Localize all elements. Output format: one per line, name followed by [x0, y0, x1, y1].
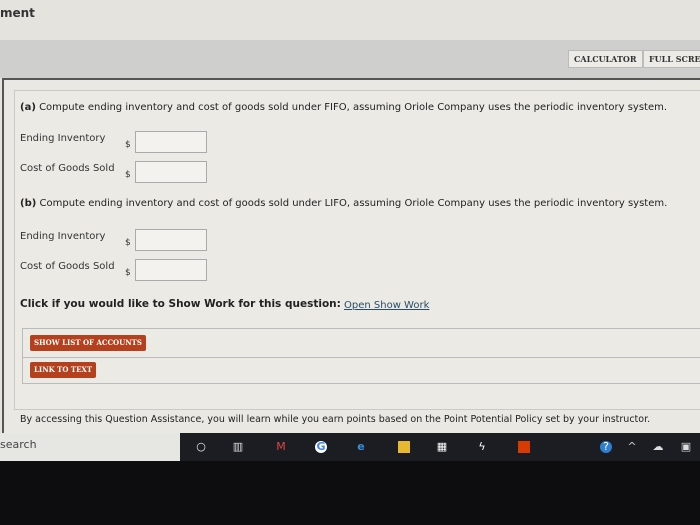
store-icon[interactable]: ▦ — [436, 441, 448, 453]
task-view-icon[interactable]: ▥ — [232, 441, 244, 453]
currency-symbol: $ — [125, 170, 131, 180]
link-to-text-button[interactable]: LINK TO TEXT — [30, 362, 97, 378]
cortana-icon[interactable]: ○ — [195, 441, 207, 453]
full-screen-button[interactable]: FULL SCREEN — [643, 50, 700, 68]
taskbar-search[interactable]: search — [0, 433, 180, 461]
part-b-ending-inventory-label: Ending Inventory — [20, 231, 106, 242]
notification-icon[interactable]: ▣ — [680, 441, 692, 453]
part-a-question: (a) Compute ending inventory and cost of… — [20, 102, 668, 113]
app-icon[interactable]: ϟ — [476, 441, 488, 453]
currency-symbol: $ — [125, 268, 131, 278]
part-b-ending-inventory-input[interactable] — [135, 229, 207, 251]
show-list-of-accounts-button[interactable]: SHOW LIST OF ACCOUNTS — [30, 335, 146, 351]
chrome-icon[interactable]: G — [315, 441, 327, 453]
gmail-icon[interactable]: M — [275, 441, 287, 453]
part-b-cogs-label: Cost of Goods Sold — [20, 261, 115, 272]
chevron-up-icon[interactable]: ^ — [626, 441, 638, 453]
part-a-cogs-input[interactable] — [135, 161, 207, 183]
currency-symbol: $ — [125, 140, 131, 150]
open-show-work-link[interactable]: Open Show Work — [344, 300, 429, 311]
part-b-cogs-input[interactable] — [135, 259, 207, 281]
divider — [22, 357, 700, 358]
show-work-prompt: Click if you would like to Show Work for… — [20, 298, 341, 310]
assistance-footer: By accessing this Question Assistance, y… — [20, 414, 651, 425]
file-explorer-icon[interactable] — [398, 441, 410, 453]
taskbar: ○ ▥ M G e ▦ ϟ ? ^ ☁ ▣ — [180, 433, 700, 461]
browser-page: ment CALCULATOR FULL SCREEN (a) Compute … — [0, 0, 700, 460]
office-icon[interactable] — [518, 441, 530, 453]
part-a-ending-inventory-input[interactable] — [135, 131, 207, 153]
window-title: ment — [0, 6, 35, 20]
onedrive-icon[interactable]: ☁ — [652, 441, 664, 453]
edge-icon[interactable]: e — [355, 441, 367, 453]
help-icon[interactable]: ? — [600, 441, 612, 453]
currency-symbol: $ — [125, 238, 131, 248]
part-b-question: (b) Compute ending inventory and cost of… — [20, 198, 668, 209]
part-a-cogs-label: Cost of Goods Sold — [20, 163, 115, 174]
part-a-ending-inventory-label: Ending Inventory — [20, 133, 106, 144]
calculator-button[interactable]: CALCULATOR — [568, 50, 643, 68]
